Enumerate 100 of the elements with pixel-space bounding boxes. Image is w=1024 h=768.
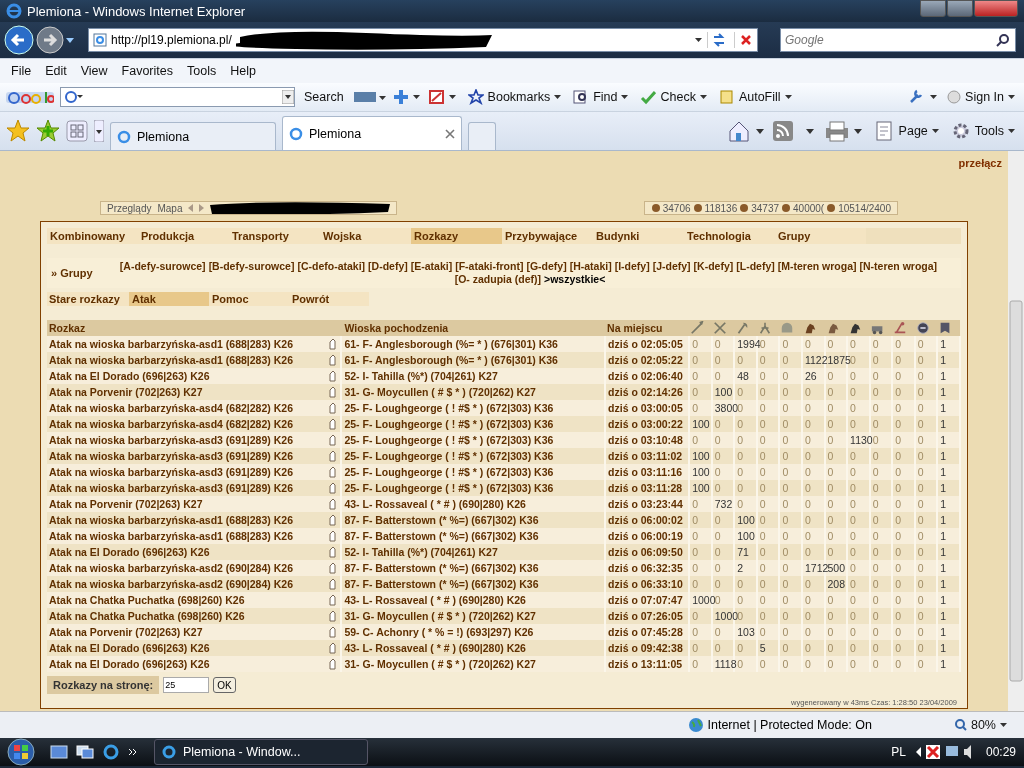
blocker-icon[interactable] [428,89,459,105]
order-link[interactable]: Atak na wioska barbarzyńska-asd1 (688|283) K26 [49,514,293,526]
sub-tab[interactable]: Atak [129,292,209,306]
pencil-icon[interactable] [328,578,337,590]
minimize-button[interactable] [920,0,946,17]
nav-tab[interactable]: Produkcja [138,228,229,244]
order-link[interactable]: Atak na wioska barbarzyńska-asd3 (691|289) K26 [49,466,293,478]
group-link[interactable]: [A-defy-surowce] [119,260,206,273]
pencil-icon[interactable] [328,338,337,350]
order-link[interactable]: Atak na Porvenir (702|263) K27 [49,498,203,510]
close-button[interactable] [974,0,1018,17]
per-page-field[interactable]: 25 [163,677,210,693]
order-link[interactable]: Atak na wioska barbarzyńska-asd1 (688|283) K26 [49,354,293,366]
nav-tab[interactable]: Grupy [775,228,866,244]
google-g-icon[interactable] [64,90,84,104]
group-link[interactable]: [B-defy-surowce] [208,260,295,273]
group-link[interactable]: [D-defy] [368,260,408,273]
group-link[interactable]: [N-teren wroga] [859,260,938,273]
group-link[interactable]: [K-defy] [693,260,734,273]
order-link[interactable]: Atak na Porvenir (702|263) K27 [49,386,203,398]
tab-list-icon[interactable] [66,120,88,142]
toolbar-button[interactable]: Check [637,89,710,105]
group-link[interactable]: [M-teren wroga] [777,260,857,273]
chevron-icon[interactable] [128,747,138,757]
pencil-icon[interactable] [328,354,337,366]
dropdown-caret-icon[interactable] [695,37,703,43]
nav-tab[interactable]: Przybywające [502,228,593,244]
toolbar-button[interactable]: Find [570,89,632,105]
order-link[interactable]: Atak na wioska barbarzyńska-asd1 (688|283) K26 [49,530,293,542]
pencil-icon[interactable] [328,402,337,414]
strip-link[interactable]: Przeglądy [107,202,152,214]
nav-tab[interactable]: Transporty [229,228,320,244]
group-link[interactable]: [H-ataki] [569,260,612,273]
order-link[interactable]: Atak na wioska barbarzyńska-asd3 (691|289) K26 [49,450,293,462]
pencil-icon[interactable] [328,530,337,542]
command-button[interactable]: Tools [947,121,1018,141]
toolbar-button[interactable]: AutoFill [715,89,795,105]
order-link[interactable]: Atak na wioska barbarzyńska-asd4 (682|282) K26 [49,418,293,430]
pencil-icon[interactable] [328,626,337,638]
pencil-icon[interactable] [328,658,337,670]
group-link[interactable]: [J-defy] [652,260,691,273]
window-switch-icon[interactable] [76,745,94,759]
ok-button[interactable]: OK [213,677,236,693]
language-indicator[interactable]: PL [891,745,906,759]
favorites-star-icon[interactable] [6,119,30,143]
pencil-icon[interactable] [328,562,337,574]
group-link[interactable]: [C-defo-ataki] [297,260,366,273]
pencil-icon[interactable] [328,642,337,654]
group-link[interactable]: [E-ataki] [410,260,453,273]
pencil-icon[interactable] [328,610,337,622]
pencil-icon[interactable] [328,514,337,526]
group-link[interactable]: [I-defy] [614,260,650,273]
tab-menu-caret-icon[interactable] [94,120,104,142]
add-favorite-icon[interactable] [36,119,60,143]
pencil-icon[interactable] [328,466,337,478]
address-field[interactable]: http://pl19.plemiona.pl/ [88,28,758,52]
group-link[interactable]: [G-defy] [526,260,567,273]
pencil-icon[interactable] [328,498,337,510]
order-link[interactable]: Atak na El Dorado (696|263) K26 [49,370,210,382]
dropdown-caret-icon[interactable] [282,90,294,104]
close-tab-icon[interactable] [445,128,455,139]
plus-icon[interactable] [392,89,423,105]
clock[interactable]: 00:29 [985,745,1016,759]
wrench-icon[interactable] [908,89,939,105]
group-link[interactable]: [O- zadupia (def)] [454,273,541,286]
pencil-icon[interactable] [328,594,337,606]
order-link[interactable]: Atak na wioska barbarzyńska-asd4 (682|282) K26 [49,402,293,414]
menu-item[interactable]: File [4,64,39,78]
order-link[interactable]: Atak na Porvenir (702|263) K27 [49,626,203,638]
search-field[interactable] [60,87,295,107]
sign-in-button[interactable]: Sign In [944,90,1018,104]
browser-logo-icon[interactable] [102,743,120,761]
pencil-icon[interactable] [328,434,337,446]
pencil-icon[interactable] [328,482,337,494]
order-link[interactable]: Atak na Chatka Puchatka (698|260) K26 [49,594,245,606]
menu-item[interactable]: Help [223,64,263,78]
browser-tab[interactable]: Plemiona [110,122,276,150]
nav-tab[interactable]: Rozkazy [411,228,502,244]
switch-link[interactable]: przełącz [956,153,1004,173]
pencil-icon[interactable] [328,386,337,398]
search-field[interactable]: Google [780,28,1016,52]
back-button-icon[interactable] [4,25,34,55]
group-link[interactable]: [L-defy] [736,260,775,273]
browser-tab[interactable]: Plemiona [282,116,462,150]
pencil-icon[interactable] [328,418,337,430]
order-link[interactable]: Atak na El Dorado (696|263) K26 [49,546,210,558]
pencil-icon[interactable] [328,546,337,558]
menu-item[interactable]: Favorites [114,64,180,78]
sub-tab[interactable]: Powrót [289,292,369,306]
order-link[interactable]: Atak na Chatka Puchatka (698|260) K26 [49,610,245,622]
strip-link[interactable]: Mapa [157,202,183,214]
forward-button-icon[interactable] [36,26,64,54]
sub-tab[interactable]: Pomoc [209,292,289,306]
menu-item[interactable]: Edit [38,64,74,78]
menu-item[interactable]: View [73,64,115,78]
dropdown-caret-icon[interactable] [66,37,74,43]
order-link[interactable]: Atak na wioska barbarzyńska-asd2 (690|284) K26 [49,562,293,574]
zoom-button[interactable]: 80% [951,718,1010,732]
command-button[interactable]: Page [871,121,942,141]
order-link[interactable]: Atak na wioska barbarzyńska-asd2 (690|284) K26 [49,578,293,590]
